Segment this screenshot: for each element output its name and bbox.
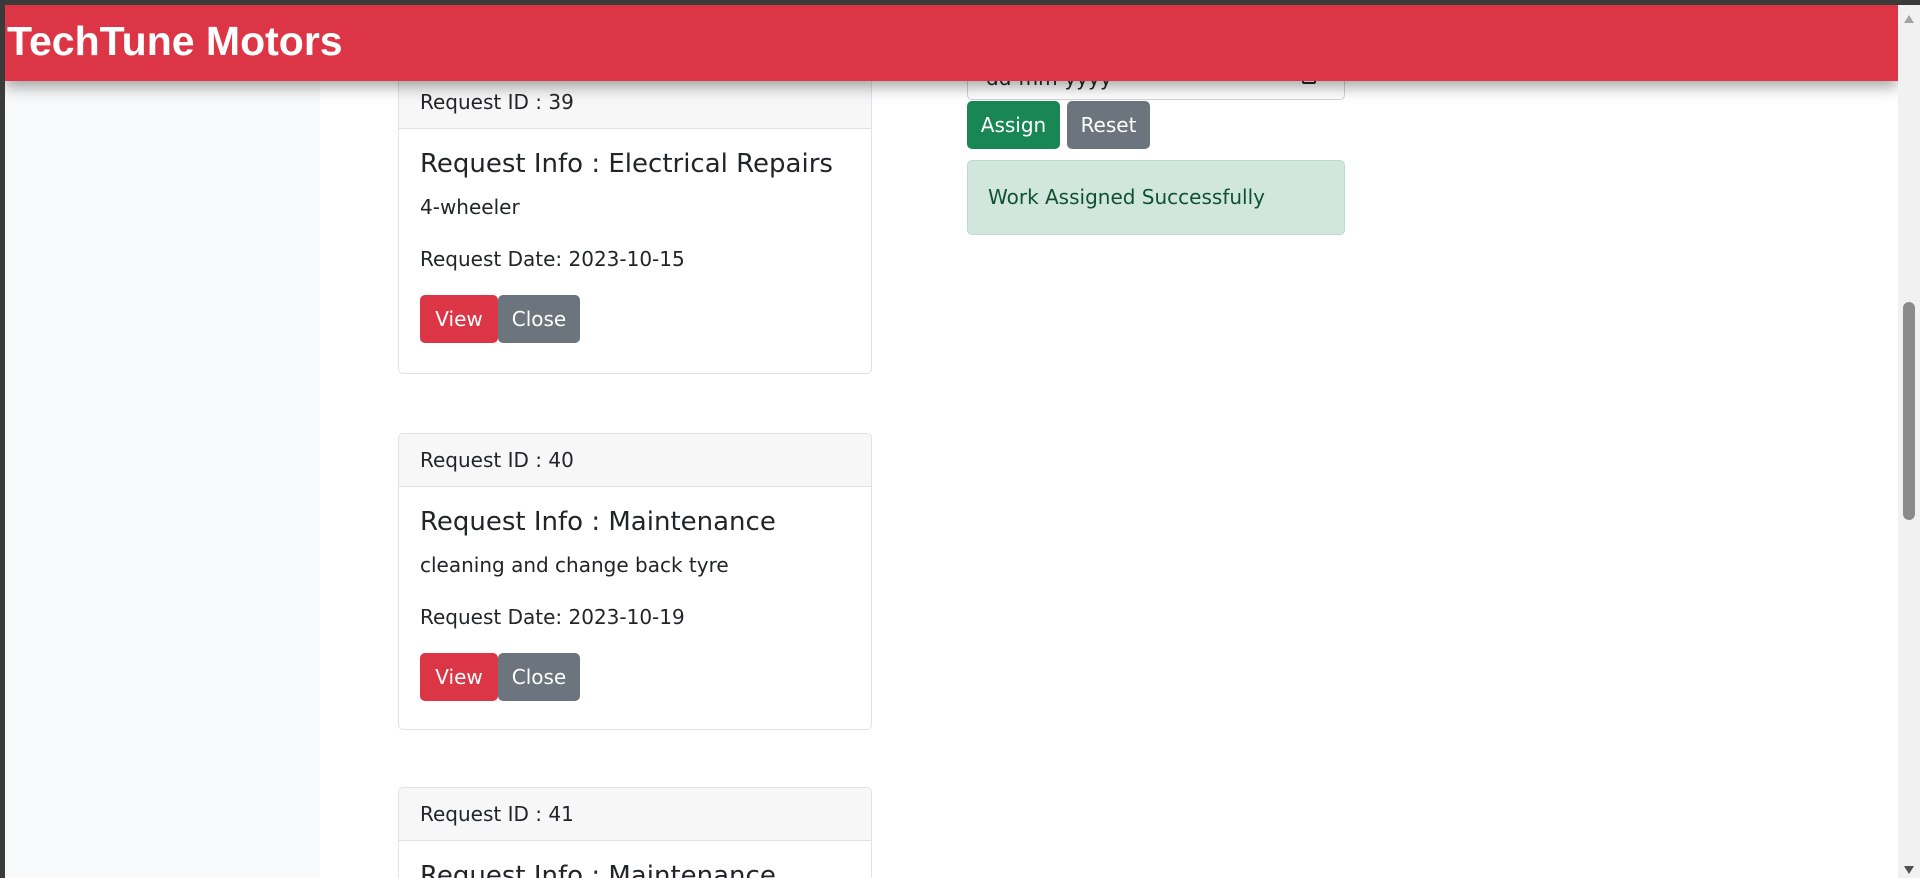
- card-request-date: Request Date: 2023-10-15: [420, 247, 685, 271]
- card-title: Request Info : Electrical Repairs: [420, 149, 833, 179]
- card-header: Request ID : 40: [399, 434, 871, 487]
- close-button[interactable]: Close: [498, 653, 580, 701]
- assign-button[interactable]: Assign: [967, 101, 1060, 149]
- scroll-up-arrow-icon[interactable]: [1904, 15, 1914, 23]
- card-title: Request Info : Maintenance: [420, 507, 776, 537]
- success-alert: Work Assigned Successfully: [967, 160, 1345, 235]
- view-button[interactable]: View: [420, 653, 498, 701]
- navbar: TechTune Motors: [5, 5, 1898, 81]
- card-header: Request ID : 39: [399, 76, 871, 129]
- card-header: Request ID : 41: [399, 788, 871, 841]
- request-card-41: Request ID : 41 Request Info : Maintenan…: [398, 787, 872, 878]
- request-card-40: Request ID : 40 Request Info : Maintenan…: [398, 433, 872, 730]
- card-description: 4-wheeler: [420, 195, 520, 219]
- vertical-scrollbar[interactable]: [1898, 5, 1920, 878]
- sidebar: [5, 5, 320, 878]
- card-title: Request Info : Maintenance: [420, 861, 776, 878]
- brand-title[interactable]: TechTune Motors: [7, 21, 343, 62]
- view-button[interactable]: View: [420, 295, 498, 343]
- scroll-down-arrow-icon[interactable]: [1904, 866, 1914, 874]
- card-request-date: Request Date: 2023-10-19: [420, 605, 685, 629]
- request-card-39: Request ID : 39 Request Info : Electrica…: [398, 75, 872, 374]
- card-description: cleaning and change back tyre: [420, 553, 729, 577]
- reset-button[interactable]: Reset: [1067, 101, 1150, 149]
- browser-viewport: Request ID : 39 Request Info : Electrica…: [5, 5, 1898, 878]
- scrollbar-thumb[interactable]: [1903, 302, 1915, 520]
- close-button[interactable]: Close: [498, 295, 580, 343]
